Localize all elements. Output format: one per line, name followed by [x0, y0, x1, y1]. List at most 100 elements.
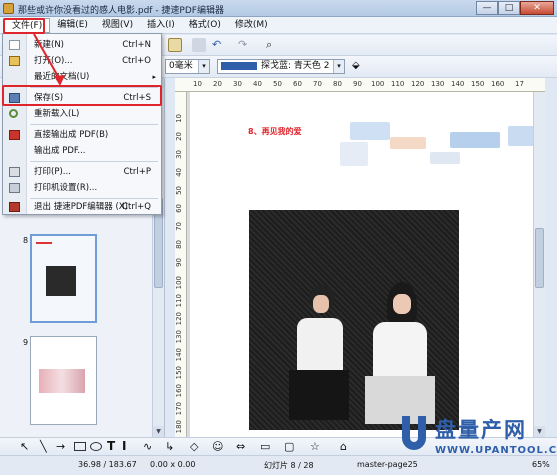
menu-item-shortcut: Ctrl+S	[123, 93, 151, 103]
zoom-level[interactable]: 65%	[532, 460, 550, 469]
thumbnail-page-8[interactable]	[30, 234, 97, 323]
ruler-tick: 110	[175, 294, 183, 308]
ruler-tick: 20	[213, 80, 222, 88]
vertical-text-tool-icon[interactable]: Ⅰ	[122, 439, 126, 453]
curve-tool-icon[interactable]: ∿	[143, 440, 152, 453]
line-style-select[interactable]: 探戈蓝: 青天色 2 ▾	[217, 59, 345, 74]
menu-edit[interactable]: 编辑(E)	[50, 18, 95, 33]
symbol-shapes-icon[interactable]: ☺	[212, 440, 223, 453]
movie-still-photo[interactable]	[249, 210, 459, 430]
ruler-tick: 17	[515, 80, 524, 88]
person-sweater	[373, 322, 427, 382]
menu-item-reload[interactable]: 重新载入(L)	[3, 106, 161, 122]
close-button[interactable]: ✕	[520, 1, 554, 15]
selection-size: 0.00 x 0.00	[150, 460, 196, 469]
menu-item-export-pdf[interactable]: 输出成 PDF...	[3, 143, 161, 159]
undo-icon[interactable]: ↶	[212, 39, 234, 53]
basic-shapes-icon[interactable]: ◇	[190, 440, 198, 453]
canvas-scrollbar[interactable]: ▲ ▼	[533, 92, 545, 437]
minimize-button[interactable]: —	[476, 1, 498, 15]
area-style-icon[interactable]: ⬙	[352, 60, 366, 74]
ruler-tick: 40	[253, 80, 262, 88]
app-icon	[3, 3, 14, 14]
maximize-button[interactable]: □	[498, 1, 520, 15]
menu-item-label: 新建(N)	[34, 40, 64, 50]
open-folder-icon	[9, 56, 20, 66]
connector-tool-icon[interactable]: ↳	[165, 440, 174, 453]
scroll-thumb[interactable]	[535, 228, 544, 288]
size-value: 0毫米	[169, 61, 193, 71]
menu-item-print[interactable]: 打印(P)... Ctrl+P	[3, 164, 161, 180]
menu-format[interactable]: 格式(O)	[182, 18, 228, 33]
rectangle-tool-icon[interactable]	[74, 442, 86, 451]
menu-item-open[interactable]: 打开(O)... Ctrl+O	[3, 53, 161, 69]
person-pants	[365, 376, 435, 424]
menu-item-save[interactable]: 保存(S) Ctrl+S	[3, 90, 161, 106]
app-window: 那些或许你没看过的感人电影.pdf - 捷速PDF编辑器 — □ ✕ 文件(F)…	[0, 0, 557, 475]
printer-settings-icon	[9, 183, 20, 193]
thumbnail-photo	[46, 266, 76, 296]
stars-icon[interactable]: ☆	[310, 440, 320, 453]
spin-icon[interactable]: ▾	[198, 60, 209, 73]
line-tool-icon[interactable]: ╲	[40, 440, 47, 453]
menu-item-new[interactable]: 新建(N) Ctrl+N	[3, 37, 161, 53]
thumbnail-page-9[interactable]	[30, 336, 97, 425]
thumbnail-number: 9	[23, 338, 29, 347]
scroll-down-icon[interactable]: ▼	[534, 426, 545, 437]
menu-insert[interactable]: 插入(I)	[140, 18, 182, 33]
paste-icon[interactable]	[168, 38, 182, 52]
blurred-region	[340, 142, 368, 166]
ruler-tick: 40	[175, 168, 183, 177]
status-bar: 36.98 / 183.67 0.00 x 0.00 幻灯片 8 / 28 ma…	[0, 455, 557, 475]
text-tool-icon[interactable]: T	[107, 439, 115, 453]
ruler-tick: 130	[175, 330, 183, 344]
flowchart-icon[interactable]: ▭	[260, 440, 270, 453]
redo-icon[interactable]: ↷	[238, 39, 260, 53]
ruler-tick: 160	[175, 384, 183, 398]
thumbnail-photo	[39, 369, 85, 393]
menu-item-label: 重新载入(L)	[34, 109, 80, 119]
blurred-region	[450, 132, 500, 148]
cursor-coords: 36.98 / 183.67	[78, 460, 137, 469]
menu-item-export-pdf-direct[interactable]: 直接输出成 PDF(B)	[3, 127, 161, 143]
document-canvas[interactable]: 8、再见我的爱 ▲ ▼	[187, 92, 545, 437]
menu-view[interactable]: 视图(V)	[95, 18, 140, 33]
file-menu-dropdown: 新建(N) Ctrl+N 打开(O)... Ctrl+O 最近的文档(U) ▸ …	[2, 33, 162, 215]
blurred-region	[390, 137, 426, 149]
ruler-tick: 50	[175, 186, 183, 195]
page-heading[interactable]: 8、再见我的爱	[248, 126, 302, 137]
zoom-icon[interactable]: ⌕	[266, 38, 288, 52]
ruler-tick: 70	[313, 80, 322, 88]
ruler-tick: 170	[175, 402, 183, 416]
size-input[interactable]: 0毫米 ▾	[165, 59, 210, 74]
menu-separator	[30, 87, 158, 88]
menu-item-label: 输出成 PDF...	[34, 146, 86, 156]
window-title: 那些或许你没看过的感人电影.pdf - 捷速PDF编辑器	[18, 6, 224, 16]
exit-icon	[9, 202, 20, 212]
document-page[interactable]: 8、再见我的爱	[190, 92, 545, 437]
ruler-tick: 90	[175, 258, 183, 267]
format-paintbrush-icon[interactable]	[192, 38, 206, 52]
callouts-icon[interactable]: ▢	[284, 440, 294, 453]
master-page: master-page25	[357, 460, 418, 469]
menu-separator	[30, 161, 158, 162]
select-pointer-icon[interactable]: ↖	[20, 440, 29, 453]
ruler-tick: 90	[353, 80, 362, 88]
ruler-tick: 110	[391, 80, 405, 88]
menu-item-label: 直接输出成 PDF(B)	[34, 130, 109, 140]
menu-modify[interactable]: 修改(M)	[228, 18, 275, 33]
ruler-tick: 80	[175, 240, 183, 249]
ellipse-tool-icon[interactable]	[90, 442, 102, 451]
menu-item-recent[interactable]: 最近的文档(U) ▸	[3, 69, 161, 85]
title-bar: 那些或许你没看过的感人电影.pdf - 捷速PDF编辑器 — □ ✕	[0, 0, 557, 17]
arrow-tool-icon[interactable]: →	[56, 440, 65, 453]
points-icon[interactable]: ⌂	[340, 440, 347, 453]
menu-file[interactable]: 文件(F)	[4, 17, 51, 33]
chevron-down-icon[interactable]: ▾	[333, 60, 344, 73]
block-arrows-icon[interactable]: ⇔	[236, 440, 245, 453]
ruler-tick: 50	[273, 80, 282, 88]
ruler-tick: 150	[471, 80, 485, 88]
menu-item-exit[interactable]: 退出 捷速PDF编辑器 (X) Ctrl+Q	[3, 199, 161, 215]
menu-item-printer-settings[interactable]: 打印机设置(R)...	[3, 180, 161, 196]
scroll-down-icon[interactable]: ▼	[153, 426, 164, 437]
